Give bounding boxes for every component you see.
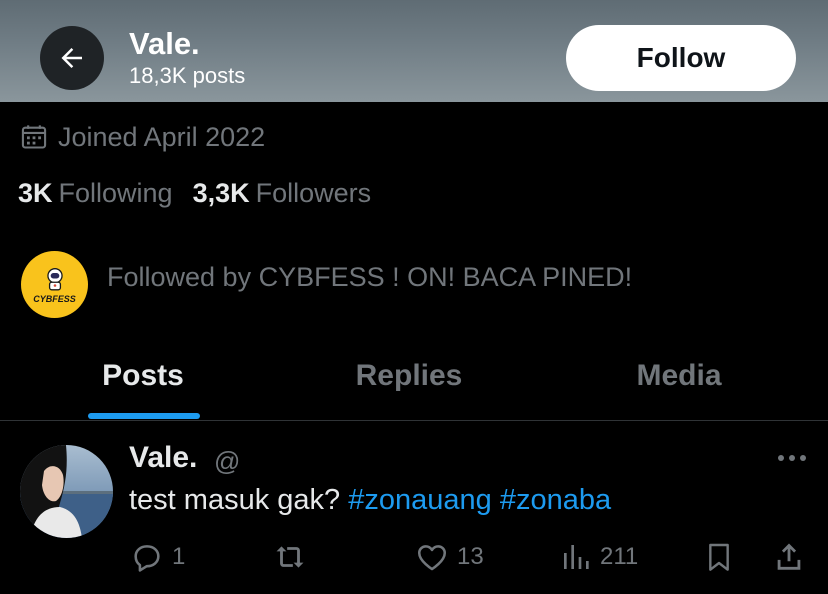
views-button[interactable]: 211 bbox=[560, 537, 638, 577]
joined-date: Joined April 2022 bbox=[20, 120, 265, 154]
followers-link[interactable]: 3,3K Followers bbox=[193, 178, 372, 209]
following-count: 3K bbox=[18, 178, 53, 208]
joined-text: Joined April 2022 bbox=[58, 121, 266, 152]
tab-replies[interactable]: Replies bbox=[320, 350, 498, 402]
more-dots-icon bbox=[778, 455, 806, 461]
tweet-author-avatar[interactable] bbox=[20, 445, 113, 538]
following-label: Following bbox=[58, 178, 173, 208]
more-options-button[interactable] bbox=[772, 448, 812, 468]
tab-posts[interactable]: Posts bbox=[60, 350, 226, 402]
bookmark-icon bbox=[709, 543, 729, 571]
reply-button[interactable]: 1 bbox=[130, 537, 185, 577]
following-link[interactable]: 3K Following bbox=[18, 178, 173, 209]
like-button[interactable]: 13 bbox=[415, 537, 484, 577]
astronaut-icon bbox=[46, 267, 63, 290]
followers-count: 3,3K bbox=[192, 178, 250, 208]
heart-icon bbox=[417, 545, 447, 571]
followed-by-text[interactable]: Followed by CYBFESS ! ON! BACA PINED! bbox=[107, 262, 632, 293]
tweet-body-text: test masuk gak? bbox=[129, 484, 349, 516]
hashtag-link[interactable]: #zonauang bbox=[348, 484, 492, 516]
reply-count: 1 bbox=[172, 543, 186, 570]
reply-icon bbox=[134, 545, 160, 572]
views-chart-icon bbox=[564, 545, 589, 569]
tabs-divider bbox=[0, 420, 828, 421]
bookmark-button[interactable] bbox=[703, 537, 735, 577]
calendar-icon bbox=[21, 125, 47, 149]
profile-header: Vale. 18,3K posts Follow bbox=[0, 0, 828, 102]
header-posts-count: 18,3K posts bbox=[129, 63, 246, 88]
header-display-name: Vale. bbox=[129, 26, 200, 61]
follow-stats: 3K Following 3,3K Followers bbox=[18, 178, 371, 209]
followed-by-avatar-text: CYBFESS bbox=[33, 293, 76, 304]
repost-icon bbox=[276, 546, 304, 568]
tweet-author-name[interactable]: Vale. bbox=[129, 441, 197, 475]
active-tab-indicator bbox=[88, 413, 200, 419]
follow-button[interactable]: Follow bbox=[566, 25, 796, 91]
tweet-author-handle[interactable]: @ bbox=[214, 446, 240, 477]
followers-label: Followers bbox=[255, 178, 372, 208]
tweet-text: test masuk gak? #zonauang #zonaba bbox=[129, 484, 611, 517]
views-count: 211 bbox=[600, 543, 639, 570]
like-count: 13 bbox=[457, 543, 484, 570]
share-button[interactable] bbox=[772, 537, 806, 577]
arrow-left-icon bbox=[61, 48, 82, 68]
followed-by-avatar[interactable]: CYBFESS bbox=[21, 251, 88, 318]
repost-button[interactable] bbox=[272, 537, 316, 577]
hashtag-link[interactable]: #zonaba bbox=[500, 484, 611, 516]
avatar-photo bbox=[20, 445, 113, 538]
share-icon bbox=[777, 543, 801, 570]
back-button[interactable] bbox=[40, 26, 104, 90]
tab-media[interactable]: Media bbox=[600, 350, 758, 402]
